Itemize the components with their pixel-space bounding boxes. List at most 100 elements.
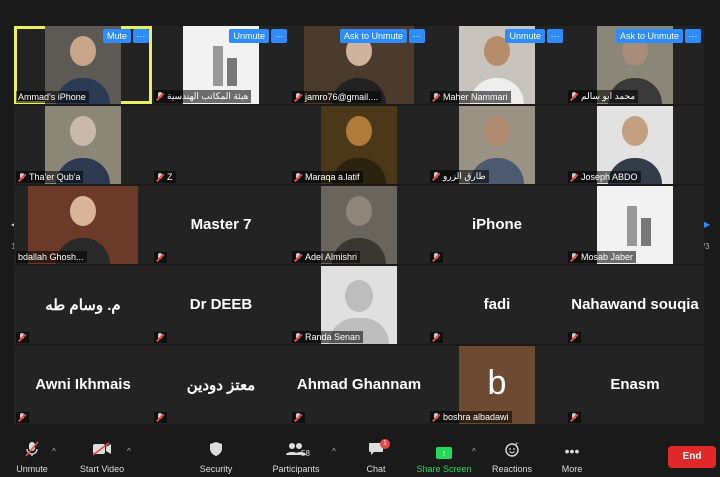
participant-status [154, 252, 167, 263]
participant-tile[interactable]: Mosab Jaber [566, 186, 704, 264]
participant-status [568, 332, 581, 343]
more-options-button[interactable]: ··· [409, 29, 425, 43]
share-screen-button[interactable]: ↑ Share Screen ^ [412, 435, 476, 474]
ask-to-unmute-button[interactable]: Ask to Unmute [615, 29, 683, 43]
mic-muted-icon [156, 253, 164, 262]
mute-button[interactable]: Mute [102, 29, 131, 43]
participant-tile[interactable]: Unmute ··· Maher Nammari [428, 26, 566, 104]
mic-muted-icon [570, 172, 578, 182]
participant-name: Maraqa a.latif [292, 171, 363, 183]
unmute-button[interactable]: Unmute [229, 29, 269, 43]
participant-name-large: fadi [483, 296, 511, 313]
participant-name: Z [154, 171, 176, 183]
participant-status [292, 412, 305, 423]
more-options-button[interactable]: ··· [271, 29, 287, 43]
participant-tile[interactable]: Ask to Unmute ··· محمد ابو سالم [566, 26, 704, 104]
participant-tile[interactable]: Ahmad Ghannam [290, 346, 428, 424]
participant-tile[interactable]: معتز دودين [152, 346, 290, 424]
chevron-up-icon[interactable]: ^ [332, 447, 336, 456]
reactions-label: Reactions [491, 464, 533, 474]
mic-muted-icon [294, 172, 302, 182]
mic-muted-icon [18, 172, 26, 182]
video-off-icon [70, 441, 134, 461]
participant-tile[interactable]: Randa Senan [290, 266, 428, 344]
chat-icon: 1 [344, 439, 408, 461]
participant-tile[interactable]: Mute ··· Ammad's iPhone [14, 26, 152, 104]
reactions-button[interactable]: + Reactions [480, 435, 544, 474]
participant-tile[interactable]: bdallah Ghosh... [14, 186, 152, 264]
participant-name: bdallah Ghosh... [16, 251, 87, 263]
start-video-label: Start Video [79, 464, 125, 474]
participant-gallery: Mute ··· Ammad's iPhone Unmute ··· هيئة … [14, 26, 706, 424]
start-video-button[interactable]: Start Video ^ [70, 435, 134, 474]
unmute-button[interactable]: Unmute [505, 29, 545, 43]
mic-muted-icon [432, 333, 440, 342]
more-button[interactable]: ••• More [540, 435, 604, 474]
participant-name-large: م. وسام طه [45, 297, 121, 314]
participant-name-large: معتز دودين [186, 377, 256, 394]
chat-button[interactable]: 1 Chat [344, 435, 408, 474]
meeting-toolbar: Unmute ^ Start Video ^ Security 58 Parti… [0, 435, 720, 477]
mic-muted-icon [570, 413, 578, 422]
security-label: Security [199, 464, 233, 474]
participant-tile[interactable]: Unmute ··· هيئة المكاتب الهندسية [152, 26, 290, 104]
unmute-button[interactable]: Unmute ^ [0, 435, 64, 474]
participant-tile[interactable]: iPhone [428, 186, 566, 264]
chevron-up-icon[interactable]: ^ [52, 447, 56, 456]
participant-name: Randa Senan [292, 331, 364, 343]
chevron-up-icon[interactable]: ^ [472, 447, 476, 456]
participant-tile[interactable]: م. وسام طه [14, 266, 152, 344]
ask-to-unmute-button[interactable]: Ask to Unmute [339, 29, 407, 43]
participant-name: Maher Nammari [430, 91, 511, 103]
participant-tile[interactable]: Awni Ikhmais [14, 346, 152, 424]
participant-name-large: iPhone [471, 216, 522, 233]
participant-tile[interactable]: Ask to Unmute ··· jamro76@gmail.... [290, 26, 428, 104]
mic-muted-icon [156, 92, 164, 101]
participant-tile[interactable]: b boshra albadawi [428, 346, 566, 424]
chevron-up-icon[interactable]: ^ [127, 447, 131, 456]
participants-button[interactable]: 58 Participants ^ [264, 435, 336, 474]
mic-muted-icon [432, 172, 440, 181]
mic-muted-icon [18, 413, 26, 422]
participant-tile[interactable]: Tha'er Qub'a [14, 106, 152, 184]
participant-tile[interactable]: Enasm [566, 346, 704, 424]
participant-status [154, 412, 167, 423]
participant-tile[interactable]: Master 7 [152, 186, 290, 264]
participant-name-large: Nahawand souqia [571, 296, 699, 313]
participant-tile[interactable]: Adel Almishri [290, 186, 428, 264]
more-options-button[interactable]: ··· [133, 29, 149, 43]
mic-muted-icon [294, 92, 302, 102]
mic-muted-icon [570, 92, 578, 101]
mic-muted-icon [294, 252, 302, 262]
share-screen-label: Share Screen [416, 464, 472, 474]
participant-tile[interactable]: Z [152, 106, 290, 184]
participant-tile[interactable]: Nahawand souqia [566, 266, 704, 344]
participant-tile[interactable]: fadi [428, 266, 566, 344]
mic-muted-icon [156, 333, 164, 342]
zoom-meeting-window: ◀ 1/3 ▶ 1/3 Mute ··· Ammad's iPhone Unmu… [0, 0, 720, 477]
mic-muted-icon [432, 92, 440, 102]
more-options-button[interactable]: ··· [685, 29, 701, 43]
participant-name: jamro76@gmail.... [292, 91, 382, 103]
mic-muted-icon [432, 412, 440, 422]
mic-muted-icon [570, 333, 578, 342]
shield-icon [184, 441, 248, 461]
svg-text:+: + [515, 442, 519, 448]
mic-muted-icon [156, 172, 164, 182]
end-meeting-button[interactable]: End [668, 446, 716, 468]
participant-name: محمد ابو سالم [568, 90, 639, 103]
participants-count: 58 [301, 449, 310, 458]
participant-tile[interactable]: Joseph ABDO [566, 106, 704, 184]
more-options-button[interactable]: ··· [547, 29, 563, 43]
participant-name: Joseph ABDO [568, 171, 641, 183]
mic-muted-icon [18, 333, 26, 342]
participant-tile[interactable]: Dr DEEB [152, 266, 290, 344]
mic-muted-icon [294, 332, 302, 342]
participant-tile[interactable]: طارق الزرو [428, 106, 566, 184]
security-button[interactable]: Security [184, 435, 248, 474]
participant-name-large: Awni Ikhmais [35, 376, 131, 393]
participant-tile[interactable]: Maraqa a.latif [290, 106, 428, 184]
participant-name: Mosab Jaber [568, 251, 637, 263]
participant-name: هيئة المكاتب الهندسية [154, 90, 252, 103]
mic-muted-icon [570, 252, 578, 262]
